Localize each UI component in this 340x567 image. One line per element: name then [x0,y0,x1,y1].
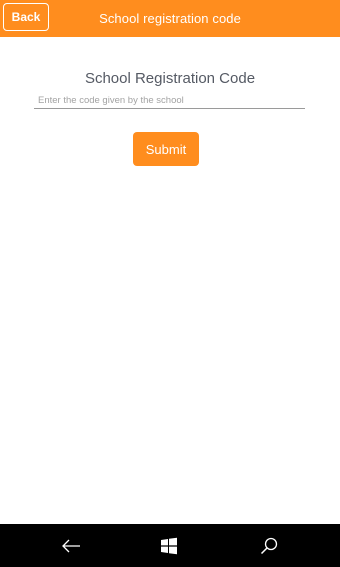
app-window: Back School registration code School Reg… [0,0,340,567]
submit-button[interactable]: Submit [133,132,199,166]
system-back-button[interactable] [41,524,101,567]
windows-logo-icon [161,537,177,554]
header-bar: Back School registration code [0,0,340,37]
system-navigation-bar [0,524,340,567]
search-icon [260,537,278,554]
system-start-button[interactable] [139,524,199,567]
back-button[interactable]: Back [3,3,49,31]
page-title: School Registration Code [84,70,256,87]
page-header-title: School registration code [99,11,241,26]
registration-code-input[interactable] [34,91,305,110]
back-arrow-icon [62,539,80,552]
system-search-button[interactable] [239,524,299,567]
code-field [34,90,305,110]
